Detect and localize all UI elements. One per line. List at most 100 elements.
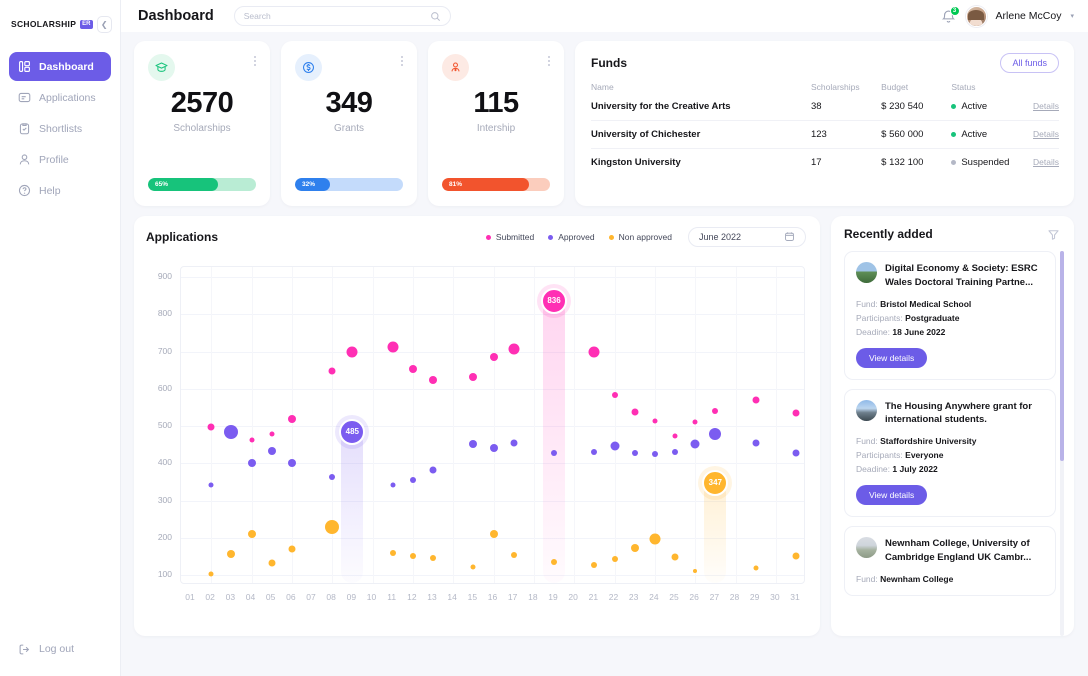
chart-data-point[interactable] (793, 409, 800, 416)
chart-data-point[interactable] (410, 553, 416, 559)
chart-data-point[interactable] (752, 439, 759, 446)
chart-data-point[interactable] (632, 450, 638, 456)
chart-data-point[interactable] (387, 342, 398, 353)
chart-data-point[interactable] (268, 447, 276, 455)
chart-data-point[interactable] (508, 343, 519, 354)
stat-card-menu-button[interactable] (401, 54, 403, 68)
all-funds-button[interactable]: All funds (1000, 53, 1059, 73)
stat-card-menu-button[interactable] (254, 54, 256, 68)
chart-data-point[interactable] (430, 555, 436, 561)
chart-data-point[interactable] (268, 559, 275, 566)
chart-data-point[interactable] (591, 449, 597, 455)
chart-data-point[interactable] (249, 438, 254, 443)
chart-value-bubble[interactable]: 836 (541, 288, 567, 314)
chart-data-point[interactable] (227, 550, 235, 558)
notifications-button[interactable]: 3 (940, 8, 957, 25)
chart-data-point[interactable] (288, 459, 296, 467)
sidebar-item-dashboard[interactable]: Dashboard (9, 52, 111, 81)
legend-item-submitted[interactable]: Submitted (486, 232, 534, 242)
search-input[interactable] (244, 11, 430, 21)
legend-item-non-approved[interactable]: Non approved (609, 232, 672, 242)
sidebar-item-shortlists[interactable]: Shortlists (9, 114, 111, 143)
chart-data-point[interactable] (691, 439, 700, 448)
sidebar-item-help[interactable]: Help (9, 176, 111, 205)
chart-data-point[interactable] (793, 552, 800, 559)
chart-data-point[interactable] (551, 559, 557, 565)
chart-data-point[interactable] (325, 520, 339, 534)
chart-data-point[interactable] (652, 419, 657, 424)
avatar[interactable] (966, 6, 987, 27)
chart-data-point[interactable] (490, 530, 498, 538)
chart-data-point[interactable] (709, 428, 721, 440)
recent-scrollbar-thumb[interactable] (1060, 251, 1064, 461)
recent-scrollbar-track[interactable] (1060, 251, 1064, 636)
chart-data-point[interactable] (429, 376, 437, 384)
chart-data-point[interactable] (329, 474, 335, 480)
chart-data-point[interactable] (288, 546, 295, 553)
chart-data-point[interactable] (390, 482, 395, 487)
chart-data-point[interactable] (208, 424, 215, 431)
list-item[interactable]: Digital Economy & Society: ESRC Wales Do… (844, 251, 1056, 380)
view-details-button[interactable]: View details (856, 348, 927, 368)
list-item[interactable]: Newnham College, University of Cambridge… (844, 526, 1056, 596)
chart-data-point[interactable] (631, 408, 638, 415)
chart-data-point[interactable] (510, 439, 517, 446)
chart-data-point[interactable] (347, 346, 358, 357)
chart-data-point[interactable] (712, 408, 718, 414)
details-link[interactable]: Details (1033, 129, 1059, 139)
chart-data-point[interactable] (409, 365, 417, 373)
user-name[interactable]: Arlene McCoy (996, 10, 1062, 22)
chart-data-point[interactable] (649, 534, 660, 545)
chart-data-point[interactable] (490, 353, 498, 361)
details-link[interactable]: Details (1033, 101, 1059, 111)
chart-data-point[interactable] (612, 392, 618, 398)
chart-value-bubble[interactable]: 485 (339, 419, 365, 445)
sidebar-item-profile[interactable]: Profile (9, 145, 111, 174)
chart-data-point[interactable] (752, 396, 759, 403)
sidebar-item-applications[interactable]: Applications (9, 83, 111, 112)
chart-data-point[interactable] (390, 550, 396, 556)
chart-data-point[interactable] (329, 367, 336, 374)
search-icon[interactable] (430, 11, 441, 22)
chart-data-point[interactable] (693, 569, 697, 573)
chart-data-point[interactable] (410, 477, 416, 483)
chart-data-point[interactable] (209, 571, 214, 576)
chart-data-point[interactable] (248, 530, 256, 538)
chart-data-point[interactable] (288, 415, 296, 423)
list-item[interactable]: The Housing Anywhere grant for internati… (844, 389, 1056, 518)
chart-data-point[interactable] (612, 556, 618, 562)
chart-data-point[interactable] (469, 440, 477, 448)
legend-item-approved[interactable]: Approved (548, 232, 594, 242)
chart-data-point[interactable] (793, 450, 800, 457)
chart-data-point[interactable] (224, 425, 238, 439)
chart-data-point[interactable] (551, 450, 557, 456)
chart-data-point[interactable] (673, 434, 678, 439)
chart-data-point[interactable] (672, 554, 679, 561)
chart-data-point[interactable] (672, 449, 678, 455)
search-box[interactable] (234, 6, 451, 26)
date-range-picker[interactable]: June 2022 (688, 227, 806, 247)
filter-icon[interactable] (1047, 228, 1060, 241)
details-link[interactable]: Details (1033, 157, 1059, 167)
chart-data-point[interactable] (589, 346, 600, 357)
stat-card-menu-button[interactable] (548, 54, 550, 68)
chart-value-bubble[interactable]: 347 (702, 470, 728, 496)
chart-data-point[interactable] (269, 432, 274, 437)
chart-data-point[interactable] (209, 482, 214, 487)
recently-added-list[interactable]: Digital Economy & Society: ESRC Wales Do… (844, 251, 1064, 636)
chart-data-point[interactable] (511, 552, 517, 558)
chart-data-point[interactable] (591, 562, 597, 568)
chart-data-point[interactable] (471, 564, 476, 569)
chart-data-point[interactable] (490, 444, 498, 452)
chart-data-point[interactable] (631, 544, 639, 552)
sidebar-collapse-button[interactable]: ❮ (97, 16, 112, 33)
logout-button[interactable]: Log out (9, 636, 83, 662)
chart-data-point[interactable] (248, 459, 256, 467)
view-details-button[interactable]: View details (856, 485, 927, 505)
chart-data-point[interactable] (610, 442, 619, 451)
chart-data-point[interactable] (693, 419, 698, 424)
chart-data-point[interactable] (430, 467, 437, 474)
chart-data-point[interactable] (469, 373, 477, 381)
chart-data-point[interactable] (652, 451, 658, 457)
chart-data-point[interactable] (753, 565, 758, 570)
